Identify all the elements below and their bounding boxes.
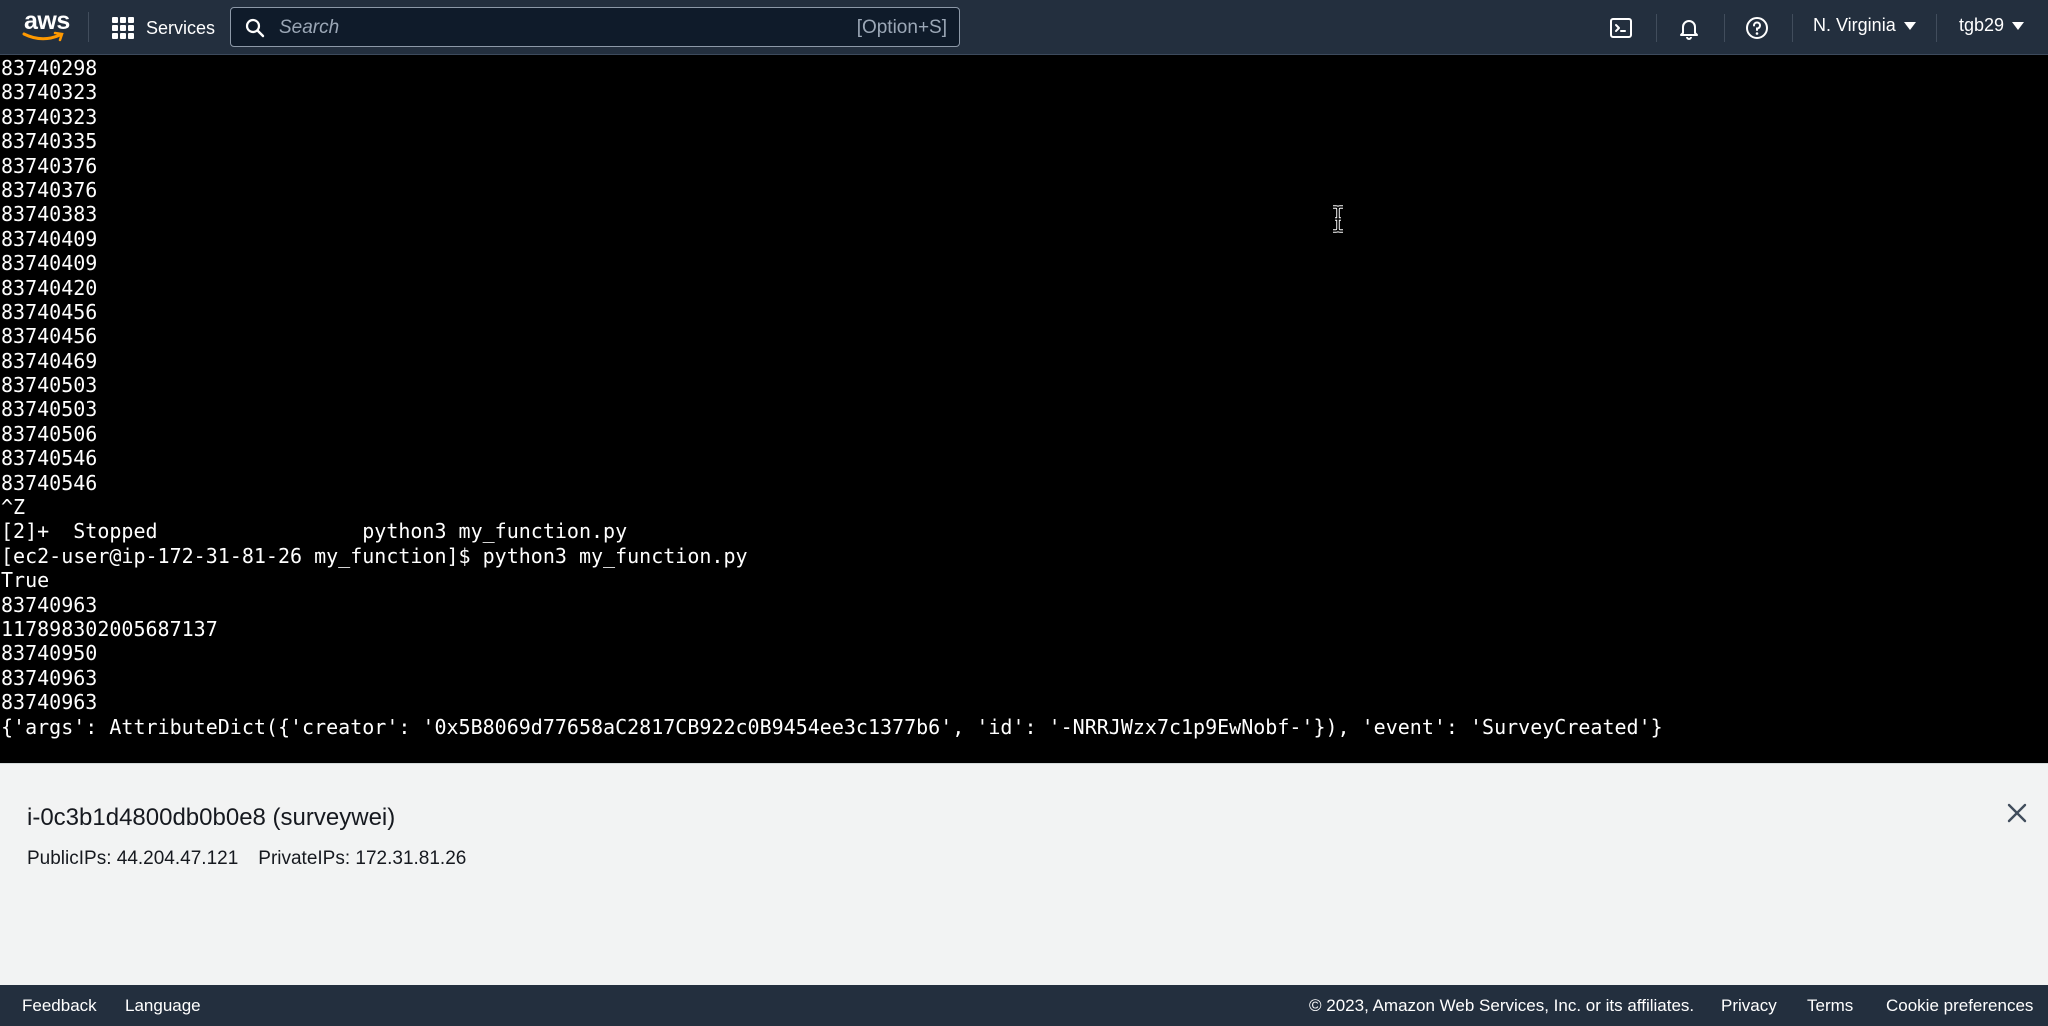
terminal-line: 83740409: [1, 226, 98, 251]
search-input[interactable]: [277, 14, 781, 42]
terminal-line: 83740950: [1, 641, 98, 666]
terminal-line: 83740469: [1, 348, 98, 373]
terminal-line: 83740456: [1, 324, 98, 349]
feedback-link[interactable]: Feedback: [22, 996, 97, 1016]
nav-divider: [1792, 14, 1793, 42]
public-ips: PublicIPs: 44.204.47.121: [27, 848, 239, 869]
close-panel-button[interactable]: [2006, 802, 2028, 829]
aws-logo[interactable]: aws: [22, 7, 70, 44]
nav-divider: [1724, 14, 1725, 42]
terminal-line: 83740456: [1, 299, 98, 324]
terminal-line: 83740376: [1, 177, 98, 202]
caret-down-icon: [1903, 21, 1916, 30]
services-menu-button[interactable]: Services: [112, 14, 215, 42]
services-label: Services: [146, 17, 216, 38]
terminal-line: 83740298: [1, 56, 98, 80]
instance-details-panel: i-0c3b1d4800db0b0e8 (surveywei) PublicIP…: [0, 763, 2048, 985]
nav-divider: [88, 12, 89, 42]
terminal-line: 83740546: [1, 470, 98, 495]
nav-divider: [1656, 14, 1657, 42]
privacy-link[interactable]: Privacy: [1721, 996, 1777, 1016]
terminal-line: True: [1, 568, 50, 593]
terminal-line: [ec2-user@ip-172-31-81-26 my_function]$ …: [1, 543, 748, 568]
close-icon: [2007, 803, 2027, 823]
terminal-line: 83740963: [1, 690, 98, 715]
cloudshell-icon: [1610, 18, 1632, 38]
terminal-line: 83740376: [1, 153, 98, 178]
notifications-button[interactable]: [1676, 15, 1702, 41]
terminal-line: 83740963: [1, 665, 98, 690]
terminal-output: 83740298 83740323 83740323 83740335 83740376…: [1, 56, 1663, 739]
cloudshell-button[interactable]: [1608, 15, 1634, 41]
terminal-line: 83740420: [1, 275, 98, 300]
help-button[interactable]: [1744, 15, 1770, 41]
region-label: N. Virginia: [1813, 15, 1896, 35]
instance-title: i-0c3b1d4800db0b0e8 (surveywei): [27, 804, 396, 831]
account-name: tgb29: [1959, 15, 2005, 35]
terminal-line: 83740409: [1, 251, 98, 276]
nav-divider: [1936, 14, 1937, 42]
region-selector[interactable]: N. Virginia: [1813, 15, 1916, 36]
search-icon: [245, 18, 265, 38]
footer: Feedback Language © 2023, Amazon Web Ser…: [0, 985, 2048, 1026]
terminal-line: 83740506: [1, 421, 98, 446]
terminal-line: 117898302005687137: [1, 616, 218, 641]
caret-down-icon: [2012, 21, 2025, 30]
bell-icon: [1680, 20, 1698, 40]
terminal-line: 83740323: [1, 80, 98, 105]
cookie-preferences-link[interactable]: Cookie preferences: [1886, 996, 2033, 1016]
terminal[interactable]: 83740298 83740323 83740323 83740335 83740376…: [0, 55, 2048, 763]
help-icon: [1746, 17, 1768, 39]
search-box[interactable]: [Option+S]: [230, 7, 960, 47]
text-cursor-icon: [1333, 205, 1343, 233]
private-ips: PrivateIPs: 172.31.81.26: [258, 848, 467, 869]
search-shortcut-hint: [Option+S]: [856, 17, 947, 38]
terms-link[interactable]: Terms: [1807, 996, 1853, 1016]
terminal-line: [2]+ Stopped python3 my_function.py: [1, 519, 628, 544]
terminal-line: 83740503: [1, 397, 98, 422]
terminal-line: 83740503: [1, 373, 98, 398]
account-menu[interactable]: tgb29: [1959, 15, 2025, 36]
terminal-line: 83740383: [1, 202, 98, 227]
terminal-line: {'args': AttributeDict({'creator': '0x5B…: [1, 714, 1663, 739]
terminal-line: 83740963: [1, 592, 98, 617]
top-navigation: aws Services [Option+S]: [0, 0, 2048, 55]
terminal-line: 83740546: [1, 446, 98, 471]
language-link[interactable]: Language: [125, 996, 201, 1016]
terminal-line: 83740323: [1, 104, 98, 129]
terminal-line: 83740335: [1, 129, 98, 154]
copyright-text: © 2023, Amazon Web Services, Inc. or its…: [1309, 996, 1695, 1015]
grid-icon: [112, 17, 134, 39]
aws-smile-icon: [22, 31, 64, 42]
instance-ips: PublicIPs: 44.204.47.121 PrivateIPs: 172…: [27, 848, 466, 870]
terminal-line: ^Z: [1, 495, 26, 520]
